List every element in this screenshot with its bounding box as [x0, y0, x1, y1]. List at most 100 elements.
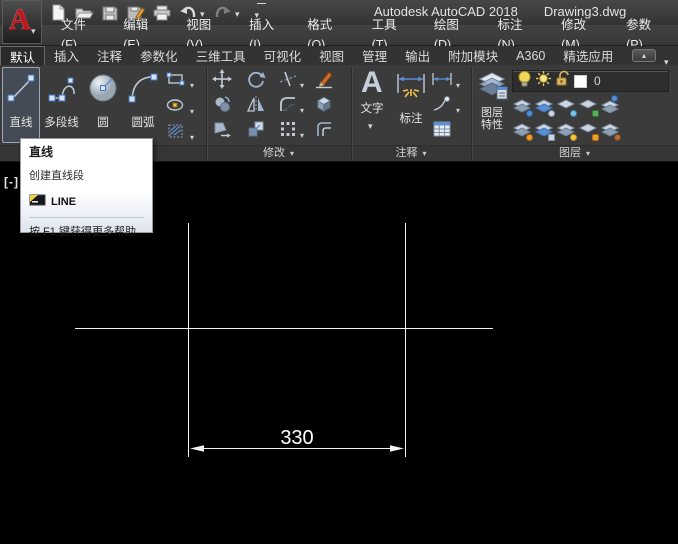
- copy-button[interactable]: [212, 96, 232, 116]
- layer-isolate-accent-icon: [548, 110, 555, 117]
- ellipse-dropdown-icon[interactable]: [190, 101, 198, 119]
- tooltip-separator: [29, 217, 144, 218]
- mirror-button[interactable]: [246, 96, 266, 116]
- rotate-button[interactable]: [246, 71, 266, 91]
- unlock-icon[interactable]: [555, 70, 571, 92]
- dimension-icon: [394, 68, 428, 108]
- snowflake-icon: [570, 110, 577, 117]
- rotate-icon: [246, 69, 266, 94]
- bulb-on-icon[interactable]: [517, 70, 532, 92]
- explode-button[interactable]: [314, 96, 334, 116]
- dimension-arrow-right: [390, 445, 404, 452]
- arc-label: 圆弧: [132, 114, 155, 130]
- rectangle-dropdown-icon[interactable]: [190, 75, 198, 93]
- hatch-dropdown-icon[interactable]: [190, 127, 198, 145]
- annotation-panel-label[interactable]: 注释: [353, 145, 471, 161]
- modify-panel-label[interactable]: 修改: [208, 145, 351, 161]
- layer-color-swatch[interactable]: [574, 75, 587, 88]
- move-icon: [212, 69, 232, 94]
- tooltip-description: 创建直线段: [29, 167, 144, 183]
- circle-icon: [86, 68, 120, 112]
- sun-accent-icon: [570, 134, 577, 141]
- linear-dimension-icon: [431, 71, 453, 92]
- layer-properties-icon: [476, 68, 508, 106]
- polyline-button[interactable]: 多段线: [41, 67, 82, 143]
- linear-dimension-button[interactable]: [432, 71, 452, 91]
- polyline-label: 多段线: [44, 114, 79, 130]
- sun-icon[interactable]: [535, 70, 552, 92]
- leader-button[interactable]: [432, 96, 452, 116]
- ellipse-icon: [166, 96, 186, 119]
- app-menu-button[interactable]: [2, 0, 42, 44]
- fillet-button[interactable]: [278, 96, 298, 116]
- array-button[interactable]: [278, 121, 298, 141]
- stretch-icon: [212, 119, 232, 144]
- layer-unlock-button[interactable]: [578, 121, 599, 142]
- scale-icon: [246, 119, 266, 144]
- explode-icon: [314, 94, 334, 119]
- move-button[interactable]: [212, 71, 232, 91]
- panel-separator: [206, 67, 207, 161]
- layer-match-button[interactable]: [512, 121, 533, 142]
- layer-prev-accent-icon: [548, 134, 555, 141]
- array-dropdown-icon[interactable]: [300, 125, 308, 143]
- text-icon: [357, 68, 387, 98]
- offset-icon: [314, 119, 334, 144]
- polyline-icon: [45, 68, 79, 112]
- layer-off-accent-icon: [526, 110, 533, 117]
- fillet-icon: [278, 94, 298, 119]
- table-button[interactable]: [432, 121, 452, 141]
- tooltip-title: 直线: [29, 143, 144, 160]
- make-current-button[interactable]: [600, 97, 621, 118]
- layer-match-accent-icon: [526, 134, 533, 141]
- make-current-accent-icon: [611, 95, 618, 102]
- current-layer-name: 0: [594, 74, 601, 88]
- viewport-controls[interactable]: [-]: [4, 175, 19, 189]
- circle-label: 圆: [97, 114, 109, 130]
- rectangle-button[interactable]: [166, 71, 186, 91]
- leader-icon: [431, 95, 453, 118]
- trim-dropdown-icon[interactable]: [300, 75, 308, 93]
- layer-off-button[interactable]: [512, 97, 533, 118]
- layer-freeze-button[interactable]: [556, 97, 577, 118]
- lock-accent-icon: [592, 110, 599, 117]
- dimension-text[interactable]: 330: [280, 427, 313, 449]
- circle-button[interactable]: 圆: [84, 67, 122, 143]
- linear-dimension-dropdown-icon[interactable]: [456, 75, 464, 93]
- panel-separator: [471, 67, 472, 161]
- layer-merge-accent-icon: [614, 134, 621, 141]
- command-line-icon: [29, 193, 46, 211]
- trim-button[interactable]: [278, 71, 298, 91]
- text-dropdown-icon[interactable]: [368, 116, 376, 134]
- modify-panel-expand-icon: [288, 146, 296, 161]
- erase-button[interactable]: [314, 71, 334, 91]
- mirror-icon: [246, 94, 266, 119]
- layer-isolate-button[interactable]: [534, 97, 555, 118]
- arc-button[interactable]: 圆弧: [124, 67, 162, 143]
- layer-walk-button[interactable]: [556, 121, 577, 142]
- fillet-dropdown-icon[interactable]: [300, 100, 308, 118]
- dimension-label: 标注: [400, 110, 423, 126]
- leader-dropdown-icon[interactable]: [456, 100, 464, 118]
- tooltip-command: LINE: [51, 196, 76, 208]
- layer-combo[interactable]: 0: [512, 70, 669, 92]
- stretch-button[interactable]: [212, 121, 232, 141]
- array-icon: [278, 119, 298, 144]
- text-label: 文字: [361, 100, 384, 116]
- layer-prev-button[interactable]: [534, 121, 555, 142]
- text-button[interactable]: 文字: [353, 67, 391, 143]
- line-tooltip: 直线 创建直线段 LINE 按 F1 键获得更多帮助: [20, 138, 153, 233]
- layer-properties-button[interactable]: 图层 特性: [474, 67, 510, 143]
- layer-merge-button[interactable]: [600, 121, 621, 142]
- line-button[interactable]: 直线: [2, 67, 40, 143]
- ellipse-button[interactable]: [166, 97, 186, 117]
- dimension-button[interactable]: 标注: [392, 67, 430, 143]
- offset-button[interactable]: [314, 121, 334, 141]
- layers-panel-label[interactable]: 图层: [473, 145, 678, 161]
- scale-button[interactable]: [246, 121, 266, 141]
- hatch-button[interactable]: [166, 123, 186, 143]
- layer-lock-button[interactable]: [578, 97, 599, 118]
- line-label: 直线: [10, 114, 33, 130]
- app-menu-dropdown-icon: [31, 21, 39, 39]
- tooltip-help-text: 按 F1 键获得更多帮助: [29, 223, 144, 239]
